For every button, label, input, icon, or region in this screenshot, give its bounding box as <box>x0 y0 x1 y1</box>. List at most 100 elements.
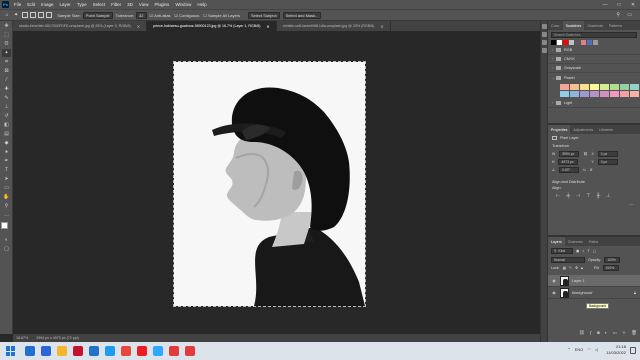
adjustment-layer-icon[interactable]: ◐ <box>605 330 608 336</box>
gradient-tool-icon[interactable]: ▤ <box>2 130 11 138</box>
layer-name[interactable]: Layer 1 <box>572 279 585 283</box>
tab-color[interactable]: Color <box>548 21 563 30</box>
blur-tool-icon[interactable]: ◆ <box>2 139 11 147</box>
language-indicator[interactable]: ENG <box>575 347 584 352</box>
menu-file[interactable]: File <box>11 2 24 7</box>
menu-type[interactable]: Type <box>74 2 90 7</box>
layer-name[interactable]: Background <box>572 291 592 295</box>
volume-icon[interactable]: ◁ <box>595 347 598 352</box>
eraser-tool-icon[interactable]: ◧ <box>2 121 11 129</box>
lock-transparency-icon[interactable]: ▦ <box>563 266 566 270</box>
tab-layers[interactable]: Layers <box>548 237 565 246</box>
document-tab[interactable]: studio-benchter-0817000FDFE-unsplash.jpg… <box>13 21 148 31</box>
swatch-group-grayscale[interactable]: › Grayscale <box>548 64 640 73</box>
clone-stamp-tool-icon[interactable]: ⊥ <box>2 103 11 111</box>
taskbar-app-icon[interactable] <box>169 346 179 356</box>
recent-swatch[interactable] <box>575 40 580 45</box>
filter-type-icon[interactable]: T <box>588 249 590 253</box>
add-mask-icon[interactable]: ◙ <box>597 330 600 336</box>
lock-icon[interactable]: 🔒︎ <box>634 290 636 295</box>
swatch-group-light[interactable]: › Light <box>548 99 640 108</box>
minimize-button[interactable]: — <box>598 0 612 9</box>
swatches-search-input[interactable]: Search Swatches <box>551 32 637 38</box>
taskbar-app-icon[interactable] <box>89 346 99 356</box>
link-icon[interactable]: ⛓ <box>583 152 587 156</box>
color-swatch[interactable] <box>580 84 589 90</box>
color-swatch[interactable] <box>560 91 569 97</box>
menu-filter[interactable]: Filter <box>108 2 124 7</box>
layer-row[interactable]: ◉ Background 🔒︎ <box>548 287 640 299</box>
marquee-tool-icon[interactable]: ⬚ <box>2 31 11 39</box>
kind-filter-dropdown[interactable]: ⚲ Kind <box>551 248 573 254</box>
color-swatch[interactable] <box>630 91 639 97</box>
color-swatch[interactable] <box>610 84 619 90</box>
lock-pixels-icon[interactable]: ✎ <box>569 266 572 270</box>
document-tab-active[interactable]: prince-hubiaesu-gualmos-98900123.jpg @ 1… <box>147 21 277 31</box>
flip-vertical-icon[interactable]: ⇵ <box>590 168 593 172</box>
tab-libraries[interactable]: Libraries <box>596 125 616 134</box>
select-and-mask-button[interactable]: Select and Mask... <box>282 11 322 19</box>
align-center-icon[interactable]: ╪ <box>566 193 570 199</box>
menu-window[interactable]: Window <box>172 2 194 7</box>
recent-swatch[interactable] <box>569 40 574 45</box>
contiguous-checkbox[interactable]: ☑ <box>175 13 179 18</box>
color-swatch[interactable] <box>560 84 569 90</box>
y-field[interactable]: 0 px <box>597 159 618 165</box>
align-bottom-icon[interactable]: ⊥ <box>606 193 610 199</box>
blend-mode-dropdown[interactable]: Normal <box>551 257 585 263</box>
subtract-selection-icon[interactable] <box>38 12 45 18</box>
group-icon[interactable]: ▭ <box>613 330 617 336</box>
workspace-icon[interactable]: ▭ <box>627 12 632 18</box>
home-icon[interactable]: ⌂ <box>0 12 14 18</box>
layer-row[interactable]: ◉ Layer 1 <box>548 275 640 287</box>
color-swatch[interactable] <box>600 91 609 97</box>
dodge-tool-icon[interactable]: ● <box>2 148 11 156</box>
eye-icon[interactable]: ◉ <box>551 290 557 295</box>
anti-alias-checkbox[interactable]: ☑ <box>150 13 154 18</box>
tab-gradients[interactable]: Gradients <box>584 21 606 30</box>
eyedropper-tool-icon[interactable]: ⁄ <box>2 76 11 84</box>
search-icon[interactable]: ⚲ <box>616 12 620 18</box>
zoom-tool-icon[interactable]: ⚲ <box>2 202 11 210</box>
chevron-up-icon[interactable]: ⌃ <box>567 347 570 352</box>
path-selection-tool-icon[interactable]: ➤ <box>2 175 11 183</box>
tab-paths[interactable]: Paths <box>586 237 601 246</box>
height-field[interactable]: 4973 px <box>558 159 579 165</box>
x-field[interactable]: 0 px <box>597 151 618 157</box>
align-top-icon[interactable]: ⊤ <box>586 193 590 199</box>
color-swatches[interactable] <box>1 222 12 233</box>
color-swatch[interactable] <box>580 91 589 97</box>
more-tools-icon[interactable]: … <box>2 211 11 219</box>
recent-swatch[interactable] <box>587 40 592 45</box>
healing-brush-tool-icon[interactable]: ✚ <box>2 85 11 93</box>
sample-size-dropdown[interactable]: Point Sample <box>82 11 113 19</box>
filter-adjust-icon[interactable]: ◐ <box>582 249 584 253</box>
tab-adjustments[interactable]: Adjustments <box>570 125 596 134</box>
recent-swatch[interactable] <box>593 40 598 45</box>
swatch-group-rgb[interactable]: › RGB <box>548 46 640 55</box>
filter-pixel-icon[interactable]: ▣ <box>576 249 579 253</box>
color-swatch[interactable] <box>620 84 629 90</box>
hand-tool-icon[interactable]: ✋ <box>2 193 11 201</box>
menu-3d[interactable]: 3D <box>124 2 136 7</box>
color-swatch[interactable] <box>620 91 629 97</box>
tab-properties[interactable]: Properties <box>548 125 571 134</box>
color-swatch[interactable] <box>600 84 609 90</box>
swatch-group-cmyk[interactable]: › CMYK <box>548 55 640 64</box>
rectangle-tool-icon[interactable]: ▭ <box>2 184 11 192</box>
color-swatch[interactable] <box>610 91 619 97</box>
zoom-level[interactable]: 16.67% <box>16 336 28 340</box>
taskbar-app-icon[interactable] <box>137 346 147 356</box>
lasso-tool-icon[interactable]: ʘ <box>2 40 11 48</box>
tab-channels[interactable]: Channels <box>565 237 586 246</box>
menu-edit[interactable]: Edit <box>24 2 38 7</box>
close-tab-icon[interactable]: ✕ <box>137 24 140 29</box>
document-tab[interactable]: christie-unfl-fanbeil9f8.1dfa-unsplash.j… <box>277 21 391 31</box>
taskbar-app-icon[interactable] <box>57 346 67 356</box>
history-brush-tool-icon[interactable]: ↺ <box>2 112 11 120</box>
align-right-icon[interactable]: ⊣ <box>576 193 580 199</box>
color-swatch[interactable] <box>590 84 599 90</box>
lock-all-icon[interactable]: 🔒︎ <box>581 266 583 270</box>
clock[interactable]: 21:18 11/03/2022 <box>606 344 626 356</box>
frame-tool-icon[interactable]: ⊠ <box>2 67 11 75</box>
